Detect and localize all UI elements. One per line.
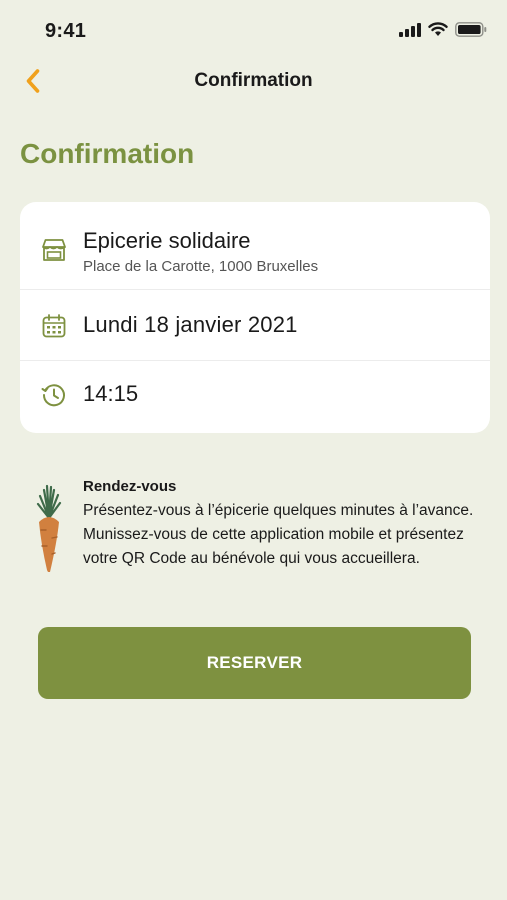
- clock-icon: [41, 384, 65, 407]
- status-bar: 9:41: [0, 0, 507, 62]
- store-icon: [42, 239, 66, 261]
- appointment-info: Rendez-vous Présentez-vous à l’épicerie …: [30, 476, 490, 596]
- status-time: 9:41: [45, 20, 87, 42]
- info-title: Rendez-vous: [83, 478, 177, 495]
- time-row: 14:15: [20, 361, 490, 433]
- store-address: Place de la Carotte, 1000 Bruxelles: [83, 258, 319, 275]
- store-row: Epicerie solidaire Place de la Carotte, …: [20, 202, 490, 290]
- page-title: Confirmation: [20, 138, 195, 169]
- signal-icon: [399, 22, 421, 37]
- booking-summary-card: Epicerie solidaire Place de la Carotte, …: [20, 202, 490, 433]
- nav-title: Confirmation: [194, 70, 313, 91]
- info-text: Présentez-vous à l’épicerie quelques min…: [83, 502, 474, 567]
- date-row: Lundi 18 janvier 2021: [20, 290, 490, 361]
- status-icons: [399, 22, 487, 37]
- calendar-icon: [42, 314, 66, 338]
- wifi-icon: [428, 22, 448, 36]
- nav-bar: Confirmation: [0, 62, 507, 102]
- booking-date: Lundi 18 janvier 2021: [83, 312, 298, 337]
- booking-time: 14:15: [83, 381, 139, 406]
- reserve-button[interactable]: RESERVER: [38, 627, 471, 699]
- carrot-icon: [36, 484, 62, 572]
- store-name: Epicerie solidaire: [83, 228, 251, 253]
- battery-icon: [455, 22, 487, 37]
